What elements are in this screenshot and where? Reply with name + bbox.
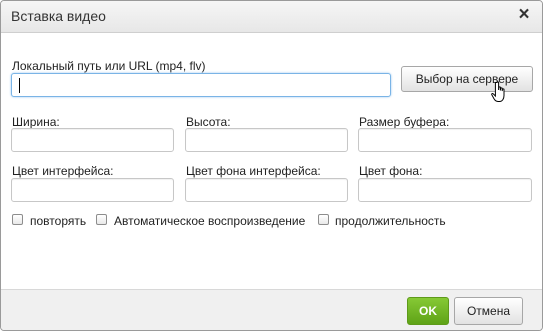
bg-color-input[interactable] [358,178,532,202]
dialog-title: Вставка видео [11,8,106,24]
height-input[interactable] [185,128,348,152]
autoplay-label: Автоматическое воспроизведение [114,214,306,228]
path-input[interactable] [11,73,391,97]
duration-checkbox[interactable] [318,214,329,225]
hand-pointer-icon [491,81,505,102]
text-caret [19,78,20,93]
close-icon[interactable]: × [516,5,532,25]
buffer-size-input[interactable] [358,128,532,152]
autoplay-checkbox[interactable] [96,214,107,225]
ui-color-input[interactable] [11,178,174,202]
path-label: Локальный путь или URL (mp4, flv) [12,59,206,73]
repeat-checkbox[interactable] [12,214,23,225]
bg-color-label: Цвет фона: [359,164,423,178]
width-input[interactable] [11,128,174,152]
width-label: Ширина: [12,115,60,129]
cancel-button[interactable]: Отмена [454,297,523,325]
duration-label: продолжительность [335,214,446,228]
ui-color-label: Цвет интерфейса: [12,164,114,178]
height-label: Высота: [186,115,231,129]
browse-server-button[interactable]: Выбор на сервере [401,66,533,92]
ok-button[interactable]: OK [407,297,449,325]
dialog-titlebar[interactable]: Вставка видео × [1,1,542,33]
buffer-size-label: Размер буфера: [359,115,450,129]
repeat-label: повторять [30,214,87,228]
video-insert-dialog: Вставка видео × Локальный путь или URL (… [0,0,543,331]
ui-bg-color-label: Цвет фона интерфейса: [186,164,321,178]
ui-bg-color-input[interactable] [185,178,348,202]
